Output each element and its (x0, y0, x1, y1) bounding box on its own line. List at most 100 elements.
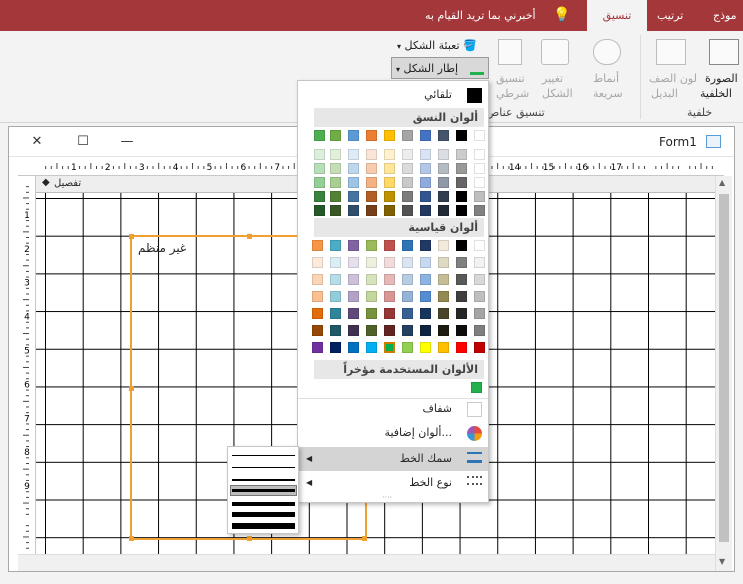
color-swatch[interactable] (420, 291, 431, 302)
color-swatch[interactable] (438, 308, 449, 319)
color-swatch[interactable] (330, 177, 341, 188)
color-swatch[interactable] (420, 149, 431, 160)
color-swatch[interactable] (474, 205, 485, 216)
automatic-color-item[interactable]: تلقائي (298, 83, 488, 107)
color-swatch[interactable] (402, 274, 413, 285)
color-swatch[interactable] (384, 257, 395, 268)
color-swatch[interactable] (402, 130, 413, 141)
color-swatch[interactable] (330, 274, 341, 285)
color-swatch[interactable] (330, 291, 341, 302)
color-swatch[interactable] (474, 274, 485, 285)
thickness-option[interactable] (232, 502, 295, 506)
color-swatch[interactable] (402, 205, 413, 216)
color-swatch[interactable] (420, 257, 431, 268)
recent-color-swatch[interactable] (471, 382, 482, 393)
color-swatch[interactable] (402, 191, 413, 202)
color-swatch[interactable] (420, 325, 431, 336)
color-swatch[interactable] (366, 163, 377, 174)
color-swatch[interactable] (366, 130, 377, 141)
color-swatch[interactable] (330, 163, 341, 174)
color-swatch[interactable] (348, 130, 359, 141)
tell-me-search[interactable]: أخبرني بما تريد القيام به (425, 0, 536, 31)
color-swatch[interactable] (366, 342, 377, 353)
color-swatch[interactable] (348, 325, 359, 336)
color-swatch[interactable] (420, 163, 431, 174)
color-swatch[interactable] (330, 240, 341, 251)
color-swatch[interactable] (456, 163, 467, 174)
color-swatch[interactable] (384, 130, 395, 141)
color-swatch[interactable] (384, 149, 395, 160)
color-swatch[interactable] (402, 240, 413, 251)
color-swatch[interactable] (314, 205, 325, 216)
line-type-item[interactable]: نوع الخط ◀ (298, 471, 488, 495)
color-swatch[interactable] (456, 308, 467, 319)
color-swatch[interactable] (314, 177, 325, 188)
horizontal-scrollbar[interactable] (18, 554, 715, 571)
color-swatch[interactable] (474, 191, 485, 202)
background-image-button[interactable]: الصورة (705, 72, 738, 85)
shape-outline-button[interactable]: ▾ إطار الشكل (391, 57, 489, 79)
color-swatch[interactable] (438, 149, 449, 160)
color-swatch[interactable] (384, 291, 395, 302)
color-swatch[interactable] (438, 342, 449, 353)
color-swatch[interactable] (474, 291, 485, 302)
color-swatch[interactable] (348, 240, 359, 251)
color-swatch[interactable] (456, 130, 467, 141)
color-swatch[interactable] (402, 149, 413, 160)
color-swatch[interactable] (456, 191, 467, 202)
conditional-format-button[interactable]: تنسيق (496, 72, 525, 85)
vertical-scrollbar[interactable]: ▲ ▼ (715, 176, 732, 571)
color-swatch[interactable] (312, 342, 323, 353)
color-swatch[interactable] (474, 325, 485, 336)
color-swatch[interactable] (384, 342, 395, 353)
color-swatch[interactable] (474, 177, 485, 188)
color-swatch[interactable] (348, 274, 359, 285)
tab-arrange[interactable]: ترتيب (657, 0, 683, 31)
color-swatch[interactable] (438, 205, 449, 216)
resize-handle[interactable] (247, 234, 252, 239)
color-swatch[interactable] (384, 205, 395, 216)
color-swatch[interactable] (366, 191, 377, 202)
thickness-option[interactable] (232, 479, 295, 481)
color-swatch[interactable] (402, 177, 413, 188)
color-swatch[interactable] (420, 205, 431, 216)
color-swatch[interactable] (366, 325, 377, 336)
color-swatch[interactable] (366, 257, 377, 268)
color-swatch[interactable] (438, 291, 449, 302)
resize-handle[interactable] (129, 536, 134, 541)
thickness-option[interactable] (232, 455, 295, 456)
color-swatch[interactable] (330, 149, 341, 160)
color-swatch[interactable] (456, 291, 467, 302)
color-swatch[interactable] (330, 325, 341, 336)
color-swatch[interactable] (438, 163, 449, 174)
thickness-option[interactable] (232, 467, 295, 468)
color-swatch[interactable] (402, 163, 413, 174)
color-swatch[interactable] (438, 191, 449, 202)
color-swatch[interactable] (312, 274, 323, 285)
more-colors-item[interactable]: ألوان إضافية... (298, 421, 488, 445)
thickness-option[interactable] (232, 512, 295, 517)
color-swatch[interactable] (348, 291, 359, 302)
color-swatch[interactable] (314, 191, 325, 202)
color-swatch[interactable] (348, 149, 359, 160)
color-swatch[interactable] (366, 149, 377, 160)
color-swatch[interactable] (474, 342, 485, 353)
color-swatch[interactable] (348, 191, 359, 202)
color-swatch[interactable] (420, 308, 431, 319)
color-swatch[interactable] (366, 291, 377, 302)
color-swatch[interactable] (402, 342, 413, 353)
thickness-option-selected[interactable] (230, 485, 297, 496)
color-swatch[interactable] (330, 205, 341, 216)
color-swatch[interactable] (474, 257, 485, 268)
color-swatch[interactable] (348, 308, 359, 319)
color-swatch[interactable] (314, 149, 325, 160)
tab-form[interactable]: موذج (713, 0, 737, 31)
color-swatch[interactable] (402, 308, 413, 319)
color-swatch[interactable] (456, 342, 467, 353)
color-swatch[interactable] (420, 342, 431, 353)
color-swatch[interactable] (348, 205, 359, 216)
resize-handle[interactable] (129, 234, 134, 239)
close-icon[interactable]: ✕ (23, 127, 51, 157)
color-swatch[interactable] (438, 274, 449, 285)
color-swatch[interactable] (438, 257, 449, 268)
